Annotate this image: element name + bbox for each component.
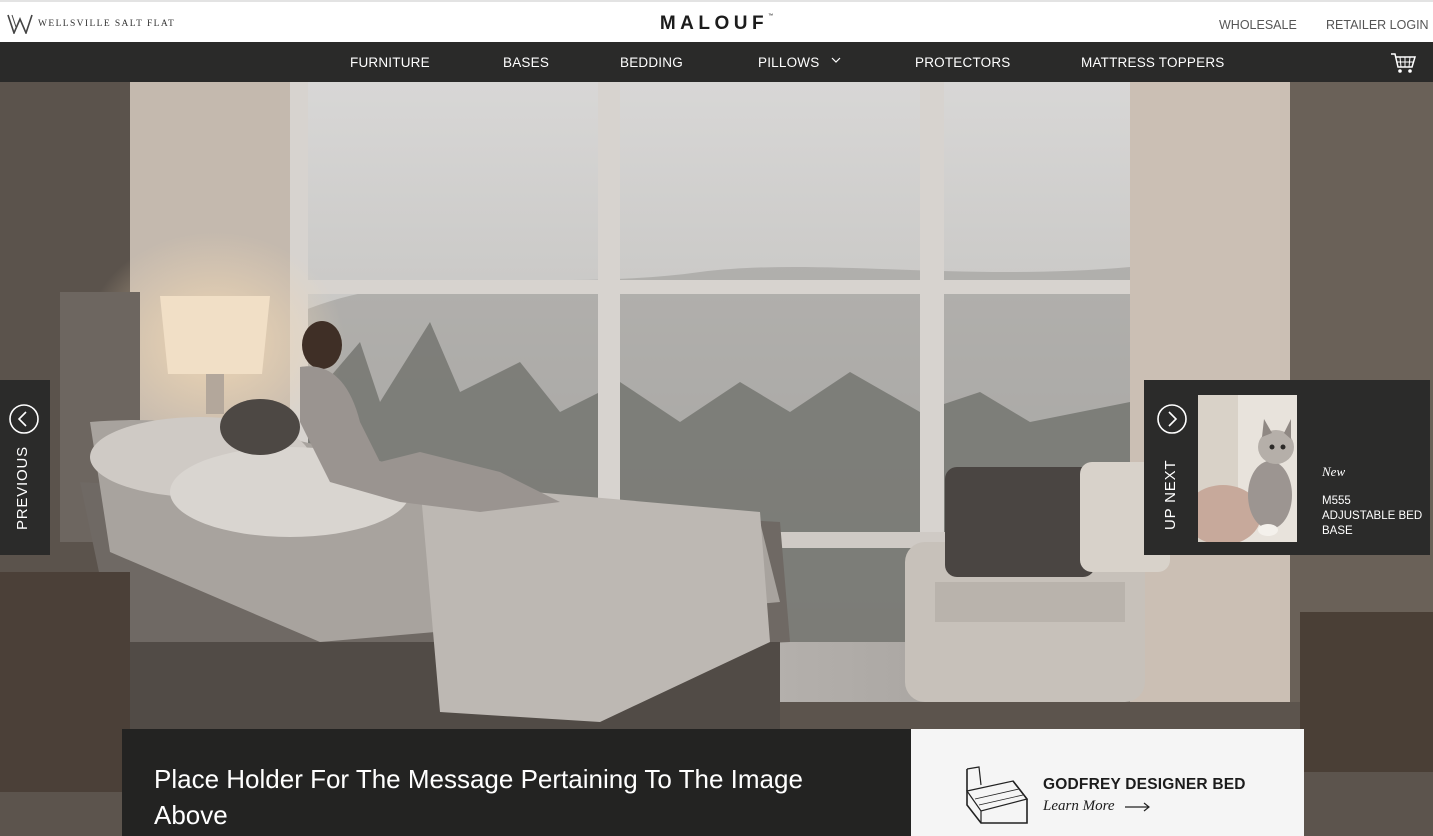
- bed-frame-icon: [965, 766, 1029, 824]
- nav-item-furniture[interactable]: FURNITURE: [350, 55, 430, 70]
- shopping-cart-icon[interactable]: [1390, 52, 1416, 74]
- previous-label: PREVIOUS: [14, 446, 31, 530]
- learn-more-link[interactable]: Learn More: [1043, 798, 1151, 815]
- hero-carousel: PREVIOUS UP NEXT New M555 ADJUSTABLE BED: [0, 82, 1433, 836]
- up-next-title: M555 ADJUSTABLE BED BASE: [1322, 495, 1423, 537]
- up-next-badge: New: [1322, 464, 1346, 479]
- wellsville-logo-icon: [7, 14, 33, 34]
- hero-message-box: Place Holder For The Message Pertaining …: [122, 729, 911, 836]
- top-bar: WELLSVILLE SALT FLAT MALOUF™ WHOLESALE R…: [0, 0, 1433, 42]
- nav-item-bedding[interactable]: BEDDING: [620, 55, 683, 70]
- featured-product-card[interactable]: GODFREY DESIGNER BED Learn More: [911, 729, 1304, 836]
- up-next-thumbnail: [1198, 395, 1297, 542]
- kitten-image: [1198, 395, 1297, 542]
- up-next-slide-button[interactable]: UP NEXT New M555 ADJUSTABLE BED BASE: [1144, 380, 1430, 555]
- logo-text: MALOUF: [659, 13, 769, 34]
- logo-trademark: ™: [768, 13, 774, 19]
- learn-more-label: Learn More: [1043, 798, 1115, 814]
- up-next-label: UP NEXT: [1162, 459, 1179, 530]
- nav-item-bases[interactable]: BASES: [503, 55, 549, 70]
- brand-name: WELLSVILLE SALT FLAT: [38, 19, 176, 29]
- previous-slide-button[interactable]: PREVIOUS: [0, 380, 50, 555]
- wholesale-link[interactable]: WHOLESALE: [1219, 18, 1297, 32]
- nav-item-mattress-toppers[interactable]: MATTRESS TOPPERS: [1081, 55, 1224, 70]
- brand-link[interactable]: WELLSVILLE SALT FLAT: [7, 14, 175, 34]
- retailer-login-link[interactable]: RETAILER LOGIN: [1326, 18, 1429, 32]
- chevron-right-circle-icon: [1157, 404, 1187, 434]
- arrow-right-icon: [1124, 802, 1150, 811]
- main-nav: FURNITURE BASES BEDDING PILLOWS PROTECTO…: [0, 42, 1433, 82]
- chevron-down-icon[interactable]: [831, 56, 841, 64]
- nav-item-protectors[interactable]: PROTECTORS: [915, 55, 1011, 70]
- chevron-left-circle-icon: [9, 404, 39, 434]
- product-name: GODFREY DESIGNER BED: [1043, 776, 1246, 793]
- nav-item-pillows[interactable]: PILLOWS: [758, 55, 819, 70]
- hero-message: Place Holder For The Message Pertaining …: [154, 764, 803, 830]
